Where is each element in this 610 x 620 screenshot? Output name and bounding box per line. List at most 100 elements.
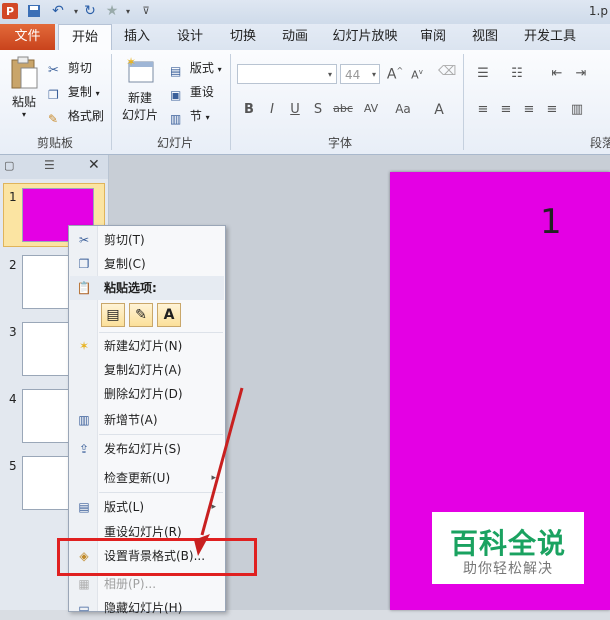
shadow-icon[interactable]: S bbox=[309, 102, 327, 117]
align-center-icon[interactable]: ≡ bbox=[497, 102, 515, 117]
bold-icon[interactable]: B bbox=[240, 102, 258, 117]
close-pane-icon[interactable]: ✕ bbox=[88, 157, 104, 173]
tab-developer[interactable]: 开发工具 bbox=[522, 24, 578, 50]
redo-icon[interactable]: ↻ bbox=[82, 3, 98, 19]
numbering-icon[interactable]: ☷ bbox=[508, 66, 526, 81]
slide-thumbnail[interactable] bbox=[22, 255, 74, 309]
thumbnail-number: 5 bbox=[9, 459, 17, 473]
tab-transitions[interactable]: 切换 bbox=[228, 24, 258, 50]
columns-icon[interactable]: ▥ bbox=[568, 102, 586, 117]
grow-font-icon[interactable]: A^ bbox=[386, 66, 404, 83]
menu-item-cut[interactable]: ✂ 剪切(T) bbox=[70, 228, 224, 252]
reset-icon: ▣ bbox=[170, 87, 182, 102]
change-case-icon[interactable]: Aa bbox=[392, 102, 414, 116]
slides-group-label: 幻灯片 bbox=[156, 136, 193, 150]
section-icon: ▥ bbox=[78, 413, 90, 427]
outline-tab-icon[interactable]: ☰ bbox=[44, 158, 60, 174]
italic-icon[interactable]: I bbox=[263, 102, 281, 117]
copy-label: 复制 bbox=[67, 85, 92, 99]
slides-tab-icon[interactable]: ▢ bbox=[4, 159, 18, 173]
tab-file[interactable]: 文件 bbox=[0, 24, 55, 50]
scissors-icon: ✂ bbox=[78, 233, 90, 247]
thumbnail-number: 3 bbox=[9, 325, 17, 339]
save-icon[interactable] bbox=[26, 3, 42, 19]
customize-qat-icon[interactable]: ⊽ bbox=[138, 3, 154, 19]
tab-slideshow[interactable]: 幻灯片放映 bbox=[330, 24, 400, 50]
align-right-icon[interactable]: ≡ bbox=[520, 102, 538, 117]
star-dropdown-icon[interactable]: ▾ bbox=[120, 3, 136, 19]
slide-thumbnail[interactable] bbox=[22, 456, 74, 510]
slide-thumbnail[interactable] bbox=[22, 389, 74, 443]
tab-animations[interactable]: 动画 bbox=[280, 24, 310, 50]
underline-icon[interactable]: U bbox=[286, 102, 304, 117]
format-painter-button[interactable]: ✎ 格式刷 bbox=[48, 106, 104, 126]
reset-button[interactable]: ▣ 重设 bbox=[170, 82, 214, 102]
hide-slide-icon: ▭ bbox=[78, 601, 90, 615]
strikethrough-icon[interactable]: abc bbox=[332, 102, 354, 115]
reset-label: 重设 bbox=[189, 85, 214, 99]
paste-dropdown-icon[interactable]: ▾ bbox=[6, 110, 42, 119]
tab-view[interactable]: 视图 bbox=[470, 24, 500, 50]
paste-text-only-icon[interactable]: A bbox=[157, 303, 181, 327]
menu-item-copy[interactable]: ❐ 复制(C) bbox=[70, 252, 224, 276]
clear-format-icon[interactable]: ⌫ bbox=[438, 64, 456, 79]
cut-button[interactable]: ✂ 剪切 bbox=[48, 58, 92, 78]
paste-destination-theme-icon[interactable]: ▤ bbox=[101, 303, 125, 327]
paste-icon: 📋 bbox=[76, 281, 92, 295]
title-bar: P ↶ ▾ ↻ ★ ▾ ⊽ 1.p bbox=[0, 0, 610, 24]
group-divider bbox=[111, 54, 112, 150]
star-icon[interactable]: ★ bbox=[104, 3, 120, 19]
char-spacing-icon[interactable]: AV bbox=[360, 102, 382, 115]
paste-icon bbox=[11, 56, 38, 89]
menu-item-label: 检查更新(U) bbox=[104, 471, 171, 485]
powerpoint-logo-icon: P bbox=[2, 3, 18, 19]
layout-button[interactable]: ▤ 版式 ▾ bbox=[170, 58, 222, 78]
menu-item-label: 粘贴选项: bbox=[104, 281, 157, 295]
ribbon-tabs: 文件 开始 插入 设计 切换 动画 幻灯片放映 审阅 视图 开发工具 bbox=[0, 24, 610, 51]
publish-icon: ⇪ bbox=[78, 442, 90, 456]
menu-item-label: 新增节(A) bbox=[104, 413, 158, 427]
ribbon: 粘贴 ▾ ✂ 剪切 ❐ 复制 ▾ ✎ 格式刷 剪贴板 ✶ 新建 幻灯片 ▤ 版式… bbox=[0, 50, 610, 155]
increase-indent-icon[interactable]: ⇥ bbox=[572, 66, 590, 81]
copy-icon: ❐ bbox=[48, 87, 59, 102]
bullets-icon[interactable]: ☰ bbox=[474, 66, 492, 81]
font-size-value: 44 bbox=[345, 68, 361, 82]
watermark-title: 百科全说 bbox=[449, 527, 566, 560]
layout-label: 版式 bbox=[189, 61, 214, 75]
font-group-label: 字体 bbox=[327, 136, 352, 150]
copy-icon: ❐ bbox=[78, 257, 90, 271]
new-slide-button[interactable]: ✶ 新建 幻灯片 bbox=[116, 55, 164, 123]
tab-insert[interactable]: 插入 bbox=[122, 24, 152, 50]
paste-button[interactable]: 粘贴 ▾ bbox=[6, 56, 42, 119]
menu-item-label: 删除幻灯片(D) bbox=[104, 387, 183, 401]
tab-design[interactable]: 设计 bbox=[175, 24, 205, 50]
menu-item-new-slide[interactable]: ✶ 新建幻灯片(N) bbox=[70, 334, 224, 358]
watermark-subtitle: 助你轻松解决 bbox=[463, 561, 553, 577]
new-slide-label-1: 新建 bbox=[127, 91, 152, 105]
menu-item-duplicate-slide[interactable]: 复制幻灯片(A) bbox=[70, 358, 224, 382]
menu-item-label: 剪切(T) bbox=[104, 233, 145, 247]
copy-dropdown-icon[interactable]: ▾ bbox=[96, 89, 100, 98]
paste-label: 粘贴 bbox=[11, 95, 36, 109]
menu-item-hide-slide[interactable]: ▭ 隐藏幻灯片(H) bbox=[70, 596, 224, 620]
justify-icon[interactable]: ≡ bbox=[543, 102, 561, 117]
svg-text:✶: ✶ bbox=[126, 56, 136, 69]
group-divider bbox=[463, 54, 464, 150]
align-left-icon[interactable]: ≡ bbox=[474, 102, 492, 117]
slide-thumbnail[interactable] bbox=[22, 322, 74, 376]
copy-button[interactable]: ❐ 复制 ▾ bbox=[48, 82, 100, 102]
font-color-icon[interactable]: A bbox=[430, 102, 448, 118]
undo-icon[interactable]: ↶ bbox=[50, 3, 66, 19]
decrease-indent-icon[interactable]: ⇤ bbox=[548, 66, 566, 81]
tab-review[interactable]: 审阅 bbox=[418, 24, 448, 50]
cut-label: 剪切 bbox=[67, 61, 92, 75]
font-name-combo[interactable]: ▾ bbox=[237, 64, 337, 84]
shrink-font-icon[interactable]: Av bbox=[408, 68, 426, 82]
document-title: 1.p bbox=[588, 4, 608, 18]
section-button[interactable]: ▥ 节 ▾ bbox=[170, 106, 210, 126]
paste-keep-formatting-icon[interactable]: ✎ bbox=[129, 303, 153, 327]
layout-icon: ▤ bbox=[170, 63, 182, 78]
tab-home[interactable]: 开始 bbox=[58, 24, 112, 51]
font-size-combo[interactable]: 44 ▾ bbox=[340, 64, 380, 84]
group-divider bbox=[230, 54, 231, 150]
